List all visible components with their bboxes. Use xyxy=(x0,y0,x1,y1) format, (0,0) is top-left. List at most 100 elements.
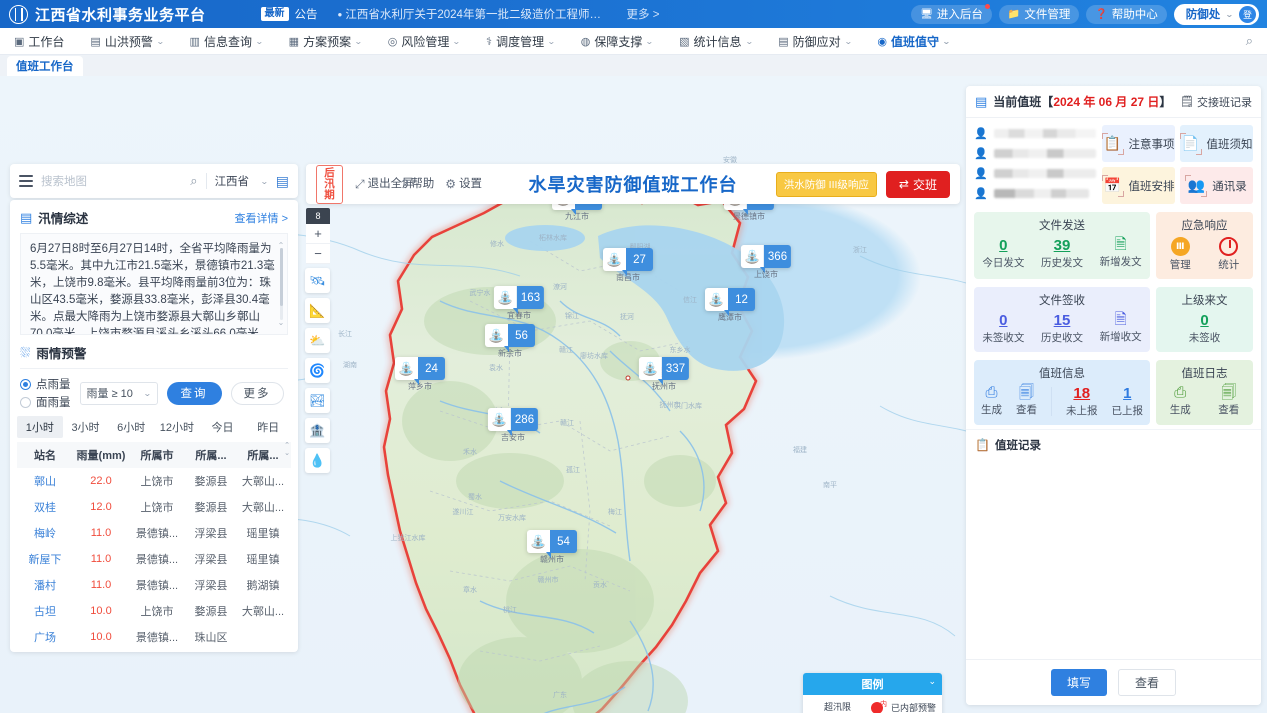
duty-log-view-cell[interactable]: 🗐 查看 xyxy=(1218,385,1239,417)
marker-body[interactable]: ⛲27 xyxy=(603,248,653,271)
rainfall-icon[interactable]: 💧 xyxy=(305,448,330,473)
nav-item-workbench[interactable]: ▣ 工作台 xyxy=(0,28,77,55)
today-sent-cell[interactable]: 0 今日发文 xyxy=(982,237,1024,270)
emergency-stats-cell[interactable]: 统计 xyxy=(1218,237,1239,272)
table-row[interactable]: 潘村11.0景德镇...浮梁县鹅湖镇 xyxy=(17,572,291,598)
map-city-marker[interactable]: ⛲163宜春市 xyxy=(494,286,544,321)
nav-item-defense-response[interactable]: ▤ 防御应对 ⌄ xyxy=(765,28,864,55)
nav-item-plan[interactable]: ▦ 方案预案 ⌄ xyxy=(276,28,375,55)
weather-icon[interactable]: ⛅ xyxy=(305,328,330,353)
history-sent-cell[interactable]: 39 历史发文 xyxy=(1041,237,1083,270)
search-icon[interactable]: ⌕ xyxy=(1246,33,1253,49)
notes-button[interactable]: 📋 注意事项 xyxy=(1102,125,1175,162)
time-range-button[interactable]: 1小时 xyxy=(17,416,63,438)
radio-point-rain[interactable]: 点雨量 xyxy=(20,376,71,392)
nav-item-mountain-flood-warning[interactable]: ▤ 山洪预警 ⌄ xyxy=(77,28,176,55)
user-menu[interactable]: 防御处 ⌄ 登 xyxy=(1174,4,1259,25)
region-selector[interactable]: 江西省 ⌄ xyxy=(215,173,268,189)
search-input[interactable]: 搜索地图 xyxy=(41,173,182,189)
marker-body[interactable]: ⛲366 xyxy=(741,245,791,268)
emergency-manage-cell[interactable]: Ⅲ 管理 xyxy=(1170,237,1191,272)
layers-icon[interactable]: ▤ xyxy=(276,173,289,190)
view-record-button[interactable]: 查看 xyxy=(1118,669,1176,696)
marker-body[interactable]: ⛲286 xyxy=(488,408,538,431)
flood-summary-text-box[interactable]: 6月27日8时至6月27日14时，全省平均降雨量为5.5毫米。其中九江市21.5… xyxy=(20,233,288,335)
map-city-marker[interactable]: ⛲27南昌市 xyxy=(603,248,653,283)
cell-station[interactable]: 双桂 xyxy=(17,499,73,515)
superior-unsigned-cell[interactable]: 0 未签收 xyxy=(1189,312,1221,345)
new-receive-cell[interactable]: 🗎 新增收文 xyxy=(1100,312,1142,344)
file-management-button[interactable]: 📁 文件管理 xyxy=(999,5,1079,24)
map-city-marker[interactable]: ⛲12鹰潭市 xyxy=(705,288,755,323)
cell-station[interactable]: 广场 xyxy=(17,629,73,645)
zoom-out-button[interactable]: − xyxy=(306,244,330,264)
help-center-button[interactable]: ❓ 帮助中心 xyxy=(1086,5,1166,24)
table-row[interactable]: 青塘9.5景德镇...珠山区竟成镇 xyxy=(17,650,291,652)
satellite-icon[interactable]: 🛰 xyxy=(305,268,330,293)
hamburger-icon[interactable] xyxy=(19,172,33,189)
reservoir-icon[interactable]: 🏦 xyxy=(305,418,330,443)
table-row[interactable]: 广场10.0景德镇...珠山区 xyxy=(17,624,291,650)
announcement-text[interactable]: ●江西省水利厅关于2024年第一批二级造价工程师（水利工程... xyxy=(338,6,603,22)
emergency-response-badge[interactable]: 洪水防御 III级响应 xyxy=(776,172,877,197)
new-send-cell[interactable]: 🗎 新增发文 xyxy=(1100,237,1142,269)
zoom-in-button[interactable]: + xyxy=(306,224,330,244)
table-row[interactable]: 双桂12.0上饶市婺源县大鄣山... xyxy=(17,494,291,520)
nav-item-risk-management[interactable]: ◎ 风险管理 ⌄ xyxy=(375,28,473,55)
marker-body[interactable]: ⛲337 xyxy=(639,357,689,380)
nav-item-statistics[interactable]: ▧ 统计信息 ⌄ xyxy=(666,28,765,55)
avatar[interactable]: 登 xyxy=(1239,6,1256,23)
map-city-marker[interactable]: ⛲56新余市 xyxy=(485,324,535,359)
time-range-button[interactable]: 3小时 xyxy=(63,416,109,438)
announcement-more-link[interactable]: 更多 > xyxy=(627,6,660,22)
marker-body[interactable]: ⛲54 xyxy=(527,530,577,553)
table-row[interactable]: 梅岭11.0景德镇...浮梁县瑶里镇 xyxy=(17,520,291,546)
duty-schedule-button[interactable]: 📅 值班安排 xyxy=(1102,167,1175,204)
help-button[interactable]: ? 帮助 xyxy=(402,177,434,191)
time-range-button[interactable]: 昨日 xyxy=(245,416,291,438)
nav-item-support[interactable]: ◍ 保障支撑 ⌄ xyxy=(568,28,666,55)
cell-station[interactable]: 新屋下 xyxy=(17,551,73,567)
view-detail-link[interactable]: 查看详情 > xyxy=(235,210,288,226)
duty-info-view-cell[interactable]: 🗐 查看 xyxy=(1016,385,1037,417)
table-row[interactable]: 鄣山22.0上饶市婺源县大鄣山... xyxy=(17,468,291,494)
search-icon[interactable]: ⌕ xyxy=(190,173,197,189)
contacts-button[interactable]: 👥 通讯录 xyxy=(1180,167,1253,204)
radio-area-rain[interactable]: 面雨量 xyxy=(20,394,71,410)
scrollbar-thumb[interactable] xyxy=(280,248,283,306)
more-button[interactable]: 更多 xyxy=(231,382,284,405)
enter-backend-button[interactable]: 🖥 进入后台 xyxy=(911,5,992,24)
nav-item-dispatch-management[interactable]: ⚕ 调度管理 ⌄ xyxy=(473,28,568,55)
map-city-marker[interactable]: ⛲54赣州市 xyxy=(527,530,577,565)
chevron-down-icon[interactable]: ⌄ xyxy=(928,676,936,687)
table-row[interactable]: 新屋下11.0景德镇...浮梁县瑶里镇 xyxy=(17,546,291,572)
history-received-cell[interactable]: 15 历史收文 xyxy=(1041,312,1083,345)
brand[interactable]: 江西省水利事务业务平台 xyxy=(0,4,206,25)
duty-guide-button[interactable]: 📄 值班须知 xyxy=(1180,125,1253,162)
cell-station[interactable]: 鄣山 xyxy=(17,473,73,489)
tab-duty-workbench[interactable]: 值班工作台 xyxy=(7,56,83,76)
marker-body[interactable]: ⛲163 xyxy=(494,286,544,309)
time-range-button[interactable]: 12小时 xyxy=(154,416,200,438)
map-city-marker[interactable]: ⛲366上饶市 xyxy=(741,245,791,280)
exit-fullscreen-button[interactable]: ⤢ 退出全屏 xyxy=(355,177,390,192)
table-scroll-indicator[interactable]: ⌃⌄ xyxy=(284,442,290,458)
time-range-button[interactable]: 6小时 xyxy=(108,416,154,438)
duty-unreported-cell[interactable]: 18 未上报 xyxy=(1066,385,1098,418)
duty-log-generate-cell[interactable]: ⎙ 生成 xyxy=(1170,385,1191,417)
rain-table-body[interactable]: 鄣山22.0上饶市婺源县大鄣山...双桂12.0上饶市婺源县大鄣山...梅岭11… xyxy=(17,468,291,652)
shift-handover-button[interactable]: ⇄ 交班 xyxy=(886,171,950,198)
query-button[interactable]: 查询 xyxy=(167,382,222,405)
measure-icon[interactable]: 📐 xyxy=(305,298,330,323)
time-range-button[interactable]: 今日 xyxy=(200,416,246,438)
map-city-marker[interactable]: ⛲24萍乡市 xyxy=(395,357,445,392)
nav-item-duty[interactable]: ◉ 值班值守 ⌄ xyxy=(864,28,962,55)
duty-reported-cell[interactable]: 1 已上报 xyxy=(1112,385,1144,418)
settings-button[interactable]: ⚙ 设置 xyxy=(445,177,481,191)
duty-info-generate-cell[interactable]: ⎙ 生成 xyxy=(981,385,1002,417)
cell-station[interactable]: 古坦 xyxy=(17,603,73,619)
rain-threshold-select[interactable]: 雨量 ≥ 10 ⌄ xyxy=(80,382,158,405)
nav-item-info-query[interactable]: ▥ 信息查询 ⌄ xyxy=(177,28,276,55)
cell-station[interactable]: 梅岭 xyxy=(17,525,73,541)
legend-header[interactable]: 图例 ⌄ xyxy=(803,673,942,695)
